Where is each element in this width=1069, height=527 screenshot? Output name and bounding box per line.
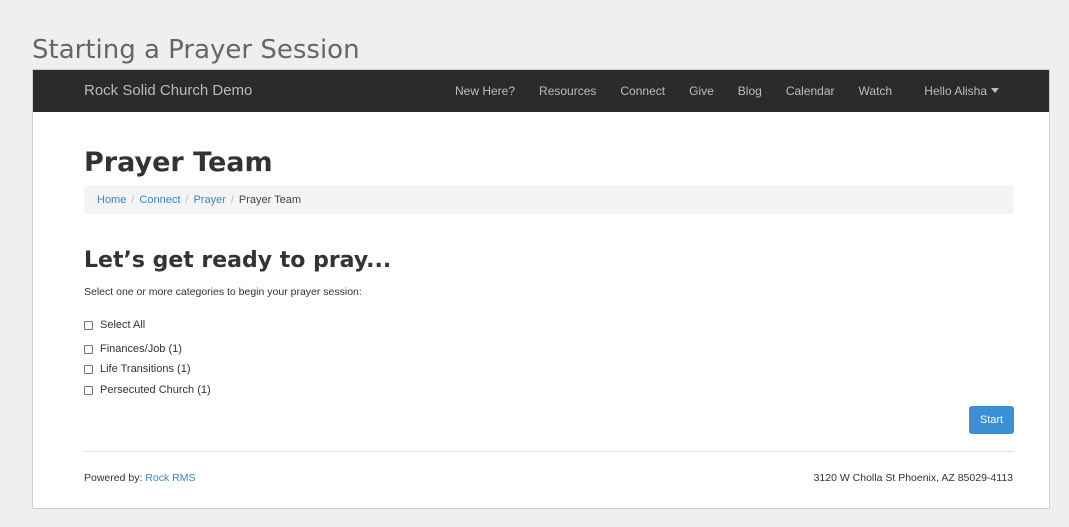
nav-item-connect[interactable]: Connect	[620, 84, 665, 98]
checkbox-box[interactable]	[84, 364, 93, 374]
powered-by: Powered by: Rock RMS	[84, 472, 195, 484]
breadcrumb-separator: /	[185, 193, 189, 206]
powered-by-label: Powered by:	[84, 472, 143, 484]
breadcrumb-separator: /	[230, 193, 234, 206]
select-all-checkbox[interactable]: Select All	[84, 319, 145, 331]
page-title: Prayer Team	[84, 147, 273, 178]
checkbox-label: Finances/Job (1)	[100, 343, 182, 355]
church-address: 3120 W Cholla St Phoenix, AZ 85029-4113	[813, 472, 1013, 484]
prayer-instructions: Select one or more categories to begin y…	[84, 286, 362, 298]
screenshot-caption: Starting a Prayer Session	[32, 35, 360, 65]
nav-item-watch[interactable]: Watch	[859, 84, 893, 98]
breadcrumb-home[interactable]: Home	[97, 194, 126, 206]
breadcrumb-connect[interactable]: Connect	[139, 194, 180, 206]
checkbox-box[interactable]	[84, 385, 93, 395]
breadcrumb-current: Prayer Team	[238, 193, 302, 206]
breadcrumb-separator: /	[131, 193, 135, 206]
top-navbar: Rock Solid Church Demo New Here? Resourc…	[33, 70, 1049, 112]
checkbox-label: Persecuted Church (1)	[100, 384, 211, 396]
prayer-heading: Let’s get ready to pray...	[84, 248, 392, 273]
nav-item-new-here[interactable]: New Here?	[455, 84, 515, 98]
footer-divider	[84, 451, 1014, 452]
nav-item-calendar[interactable]: Calendar	[786, 84, 835, 98]
checkbox-label: Life Transitions (1)	[100, 363, 191, 375]
breadcrumb-prayer[interactable]: Prayer	[193, 194, 225, 206]
nav-item-blog[interactable]: Blog	[738, 84, 762, 98]
category-checkbox-finances-job[interactable]: Finances/Job (1)	[84, 343, 182, 355]
checkbox-box[interactable]	[84, 320, 93, 330]
category-checkbox-life-transitions[interactable]: Life Transitions (1)	[84, 363, 190, 375]
user-menu-label: Hello Alisha	[924, 84, 987, 98]
start-button[interactable]: Start	[969, 406, 1014, 434]
rock-rms-link[interactable]: Rock RMS	[145, 472, 195, 484]
checkbox-label: Select All	[100, 319, 146, 331]
nav-item-resources[interactable]: Resources	[539, 84, 596, 98]
site-brand[interactable]: Rock Solid Church Demo	[84, 70, 252, 112]
checkbox-box[interactable]	[84, 344, 93, 354]
caret-down-icon	[991, 88, 999, 93]
browser-frame: Rock Solid Church Demo New Here? Resourc…	[32, 69, 1050, 509]
breadcrumb: Home / Connect / Prayer / Prayer Team	[84, 185, 1014, 214]
nav-item-give[interactable]: Give	[689, 84, 714, 98]
nav-menu: New Here? Resources Connect Give Blog Ca…	[455, 70, 916, 112]
category-checkbox-persecuted-church[interactable]: Persecuted Church (1)	[84, 384, 211, 396]
user-menu[interactable]: Hello Alisha	[924, 70, 999, 112]
